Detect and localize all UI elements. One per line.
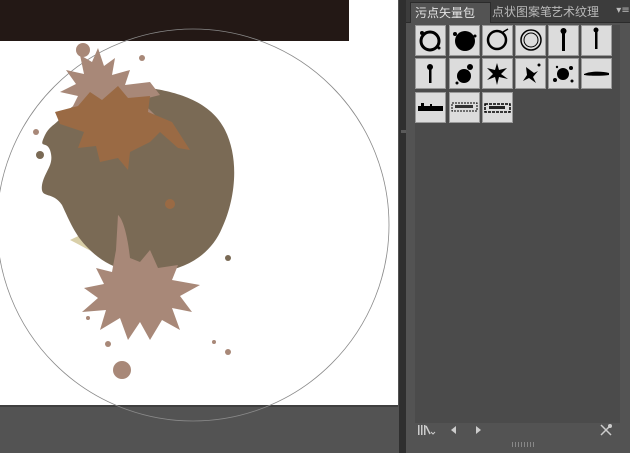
pink-drop (105, 341, 111, 347)
orange-drop (165, 199, 175, 209)
brush-texture-1[interactable] (415, 92, 446, 123)
pink-drop (225, 349, 231, 355)
brush-list[interactable] (415, 25, 620, 427)
brush-drip-1[interactable] (548, 25, 579, 56)
pink-drop (113, 361, 131, 379)
canvas-area[interactable] (0, 0, 399, 453)
brush-drip-2[interactable] (581, 25, 612, 56)
brush-ring-splatter-1[interactable] (415, 25, 446, 56)
tab-dot-pattern-brush[interactable]: 点状图案笔 (488, 2, 551, 22)
brushes-panel: 污点矢量包 点状图案笔 艺术纹理 ▾≡ (406, 0, 630, 453)
remove-brush-stroke-icon[interactable] (598, 423, 614, 441)
brush-texture-2[interactable] (449, 92, 480, 123)
pink-drop (76, 43, 90, 57)
previous-library-icon[interactable] (446, 423, 460, 441)
brush-splatter-4[interactable] (548, 58, 579, 89)
brush-texture-3[interactable] (482, 92, 513, 123)
brush-blob-splatter[interactable] (449, 25, 480, 56)
panel-bottom-bar (406, 423, 630, 453)
brush-ring-splatter-3[interactable] (515, 25, 546, 56)
pink-drop (33, 129, 39, 135)
next-library-icon[interactable] (472, 423, 486, 441)
brush-splatter-1[interactable] (449, 58, 480, 89)
brush-libraries-menu-icon[interactable] (416, 423, 438, 441)
pink-drop (139, 55, 145, 61)
brush-splatter-3[interactable] (515, 58, 546, 89)
tab-art-texture[interactable]: 艺术纹理 (547, 2, 615, 22)
panel-divider[interactable] (399, 0, 406, 453)
brush-stroke-1[interactable] (581, 58, 612, 89)
dark-drop (225, 255, 231, 261)
pink-drop (212, 340, 216, 344)
dark-drop (36, 151, 44, 159)
brush-ring-splatter-2[interactable] (482, 25, 513, 56)
panel-scrollbar[interactable] (624, 25, 630, 423)
tab-stain-vector-pack[interactable]: 污点矢量包 (410, 2, 491, 23)
panel-tabbar: 污点矢量包 点状图案笔 艺术纹理 ▾≡ (406, 0, 630, 23)
brush-drip-3[interactable] (415, 58, 446, 89)
splatter-artwork[interactable] (0, 0, 399, 453)
panel-resize-grip[interactable] (512, 442, 536, 447)
panel-menu-icon[interactable]: ▾≡ (616, 4, 630, 18)
dark-drop (207, 207, 213, 213)
brush-splatter-2[interactable] (482, 58, 513, 89)
pink-drop (86, 316, 90, 320)
